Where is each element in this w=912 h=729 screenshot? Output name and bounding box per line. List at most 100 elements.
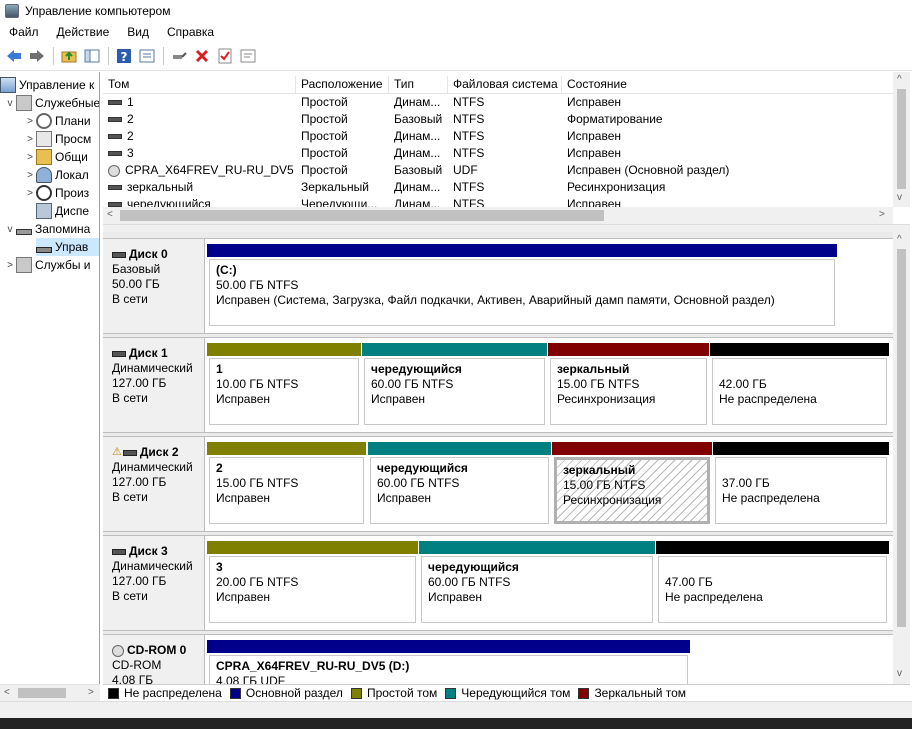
volume-row[interactable]: 1 Простой Динам... NTFS Исправен xyxy=(103,94,893,111)
connect-icon[interactable] xyxy=(168,45,190,67)
scroll-left-icon[interactable]: < xyxy=(4,687,10,698)
disk-label[interactable]: Диск 0 Базовый 50.00 ГБ В сети xyxy=(103,239,205,333)
volume-row[interactable]: зеркальный Зеркальный Динам... NTFS Ресинхро… xyxy=(103,179,893,196)
tree-item-device-manager[interactable]: Диспе xyxy=(24,202,89,220)
cdrom-row[interactable]: CD-ROM 0 CD-ROM 4.08 ГБ CPRA_X64FREV_RU-RU_… xyxy=(103,634,893,684)
unallocated-space[interactable]: 42.00 ГБ Не распределена xyxy=(710,343,889,427)
shared-folder-icon xyxy=(36,149,52,165)
disk-row[interactable]: Диск 3 Динамический 127.00 ГБ В сети 3 20.00 … xyxy=(103,535,893,631)
partition[interactable]: (C:) 50.00 ГБ NTFS Исправен (Система, Загр… xyxy=(207,244,837,328)
scrollbar-thumb[interactable] xyxy=(897,89,906,189)
up-folder-icon[interactable] xyxy=(58,45,80,67)
partition[interactable]: 2 15.00 ГБ NTFS Исправен xyxy=(207,442,366,526)
partition-size: 60.00 ГБ NTFS xyxy=(377,476,460,490)
volume-list-horizontal-scrollbar[interactable]: < > xyxy=(103,207,893,224)
forward-icon[interactable] xyxy=(26,45,48,67)
expand-icon[interactable]: > xyxy=(4,260,16,271)
unallocated-space[interactable]: 47.00 ГБ Не распределена xyxy=(656,541,889,625)
disk-map-vertical-scrollbar[interactable]: ^ v xyxy=(893,232,910,684)
tree-item-system-tools[interactable]: v Служебные xyxy=(4,94,99,112)
partition[interactable]: 3 20.00 ГБ NTFS Исправен xyxy=(207,541,418,625)
scrollbar-thumb[interactable] xyxy=(120,210,604,221)
volume-row[interactable]: 2 Простой Динам... NTFS Исправен xyxy=(103,128,893,145)
expand-icon[interactable]: > xyxy=(24,188,36,199)
export-icon[interactable] xyxy=(237,45,259,67)
tree-item-services[interactable]: > Службы и xyxy=(4,256,91,274)
scroll-left-icon[interactable]: < xyxy=(107,209,113,220)
disk-status: В сети xyxy=(112,391,148,405)
partition-body: (C:) 50.00 ГБ NTFS Исправен (Система, Загр… xyxy=(209,259,835,326)
collapse-icon[interactable]: v xyxy=(4,98,16,109)
expand-icon[interactable]: > xyxy=(24,170,36,181)
collapse-icon[interactable]: v xyxy=(4,224,16,235)
scroll-down-icon[interactable]: v xyxy=(897,192,902,203)
disk-label[interactable]: ⚠ Диск 2 Динамический 127.00 ГБ В сети xyxy=(103,437,205,531)
disk-row[interactable]: Диск 1 Динамический 127.00 ГБ В сети 1 10.00 … xyxy=(103,337,893,433)
services-icon xyxy=(16,257,32,273)
menu-file[interactable]: Файл xyxy=(0,22,48,42)
column-header-filesystem[interactable]: Файловая система xyxy=(448,76,562,94)
volume-row[interactable]: 3 Простой Динам... NTFS Исправен xyxy=(103,145,893,162)
partition-name: чередующийся xyxy=(428,560,519,574)
volume-row[interactable]: 2 Простой Базовый NTFS Форматирование xyxy=(103,111,893,128)
volume-cell: 2 xyxy=(103,128,296,145)
column-header-layout[interactable]: Расположение xyxy=(296,76,389,94)
partition-color-bar xyxy=(207,244,837,257)
volume-list-vertical-scrollbar[interactable]: ^ v xyxy=(893,72,910,207)
partition[interactable]: чередующийся 60.00 ГБ NTFS Исправен xyxy=(368,442,551,526)
column-header-volume[interactable]: Том xyxy=(103,76,296,94)
properties-icon[interactable] xyxy=(136,45,158,67)
volume-cell: Простой xyxy=(301,146,348,160)
svg-text:?: ? xyxy=(121,50,128,64)
tree-item-computer-management[interactable]: Управление к xyxy=(0,76,94,94)
menu-bar: Файл Действие Вид Справка xyxy=(0,22,912,42)
scroll-up-icon[interactable]: ^ xyxy=(897,234,902,245)
column-header-type[interactable]: Тип xyxy=(389,76,448,94)
disk-label[interactable]: CD-ROM 0 CD-ROM 4.08 ГБ xyxy=(103,635,205,684)
tree-item-shared-folders[interactable]: > Общи xyxy=(24,148,88,166)
tree-item-performance[interactable]: > Произ xyxy=(24,184,89,202)
disk-row[interactable]: Диск 0 Базовый 50.00 ГБ В сети (C:) 50.00 ГБ … xyxy=(103,238,893,334)
partition[interactable]: чередующийся 60.00 ГБ NTFS Исправен xyxy=(419,541,655,625)
scrollbar-thumb[interactable] xyxy=(18,688,66,698)
menu-help[interactable]: Справка xyxy=(158,22,223,42)
partition[interactable]: CPRA_X64FREV_RU-RU_DV5 (D:) 4.08 ГБ UDF xyxy=(207,640,690,684)
expand-icon[interactable]: > xyxy=(24,116,36,127)
volume-name: 2 xyxy=(127,112,134,126)
scroll-right-icon[interactable]: > xyxy=(88,687,94,698)
scroll-down-icon[interactable]: v xyxy=(897,668,902,679)
partition[interactable]: 1 10.00 ГБ NTFS Исправен xyxy=(207,343,361,427)
tree-item-event-viewer[interactable]: > Просм xyxy=(24,130,91,148)
tree-item-local-users[interactable]: > Локал xyxy=(24,166,89,184)
back-icon[interactable] xyxy=(3,45,25,67)
volume-cell: NTFS xyxy=(453,129,485,143)
scrollbar-thumb[interactable] xyxy=(897,249,906,627)
legend-label: Зеркальный том xyxy=(594,686,687,700)
window-title: Управление компьютером xyxy=(25,4,171,18)
help-icon[interactable]: ? xyxy=(113,45,135,67)
disk-label[interactable]: Диск 1 Динамический 127.00 ГБ В сети xyxy=(103,338,205,432)
column-header-status[interactable]: Состояние xyxy=(562,76,893,94)
tree-item-label: Управ xyxy=(55,240,89,254)
scroll-right-icon[interactable]: > xyxy=(879,209,885,220)
check-icon[interactable] xyxy=(214,45,236,67)
menu-view[interactable]: Вид xyxy=(118,22,158,42)
expand-icon[interactable]: > xyxy=(24,134,36,145)
disk-row[interactable]: ⚠ Диск 2 Динамический 127.00 ГБ В сети 2 15.00… xyxy=(103,436,893,532)
disk-label[interactable]: Диск 3 Динамический 127.00 ГБ В сети xyxy=(103,536,205,630)
tree-horizontal-scrollbar[interactable]: < > xyxy=(0,684,100,701)
show-hide-tree-icon[interactable] xyxy=(81,45,103,67)
partition[interactable]: чередующийся 60.00 ГБ NTFS Исправен xyxy=(362,343,547,427)
delete-icon[interactable] xyxy=(191,45,213,67)
menu-action[interactable]: Действие xyxy=(48,22,119,42)
tree-item-disk-management[interactable]: Управ xyxy=(36,238,99,256)
expand-icon[interactable]: > xyxy=(24,152,36,163)
tree-item-storage[interactable]: v Запомина xyxy=(4,220,91,238)
scroll-up-icon[interactable]: ^ xyxy=(897,74,902,85)
pane-splitter[interactable] xyxy=(103,224,910,232)
partition[interactable]: зеркальный 15.00 ГБ NTFS Ресинхронизация xyxy=(552,442,712,526)
volume-row[interactable]: CPRA_X64FREV_RU-RU_DV5 (D:) Простой Базовы… xyxy=(103,162,893,179)
unallocated-space[interactable]: 37.00 ГБ Не распределена xyxy=(713,442,889,526)
partition[interactable]: зеркальный 15.00 ГБ NTFS Ресинхронизация xyxy=(548,343,709,427)
tree-item-task-scheduler[interactable]: > Плани xyxy=(24,112,91,130)
